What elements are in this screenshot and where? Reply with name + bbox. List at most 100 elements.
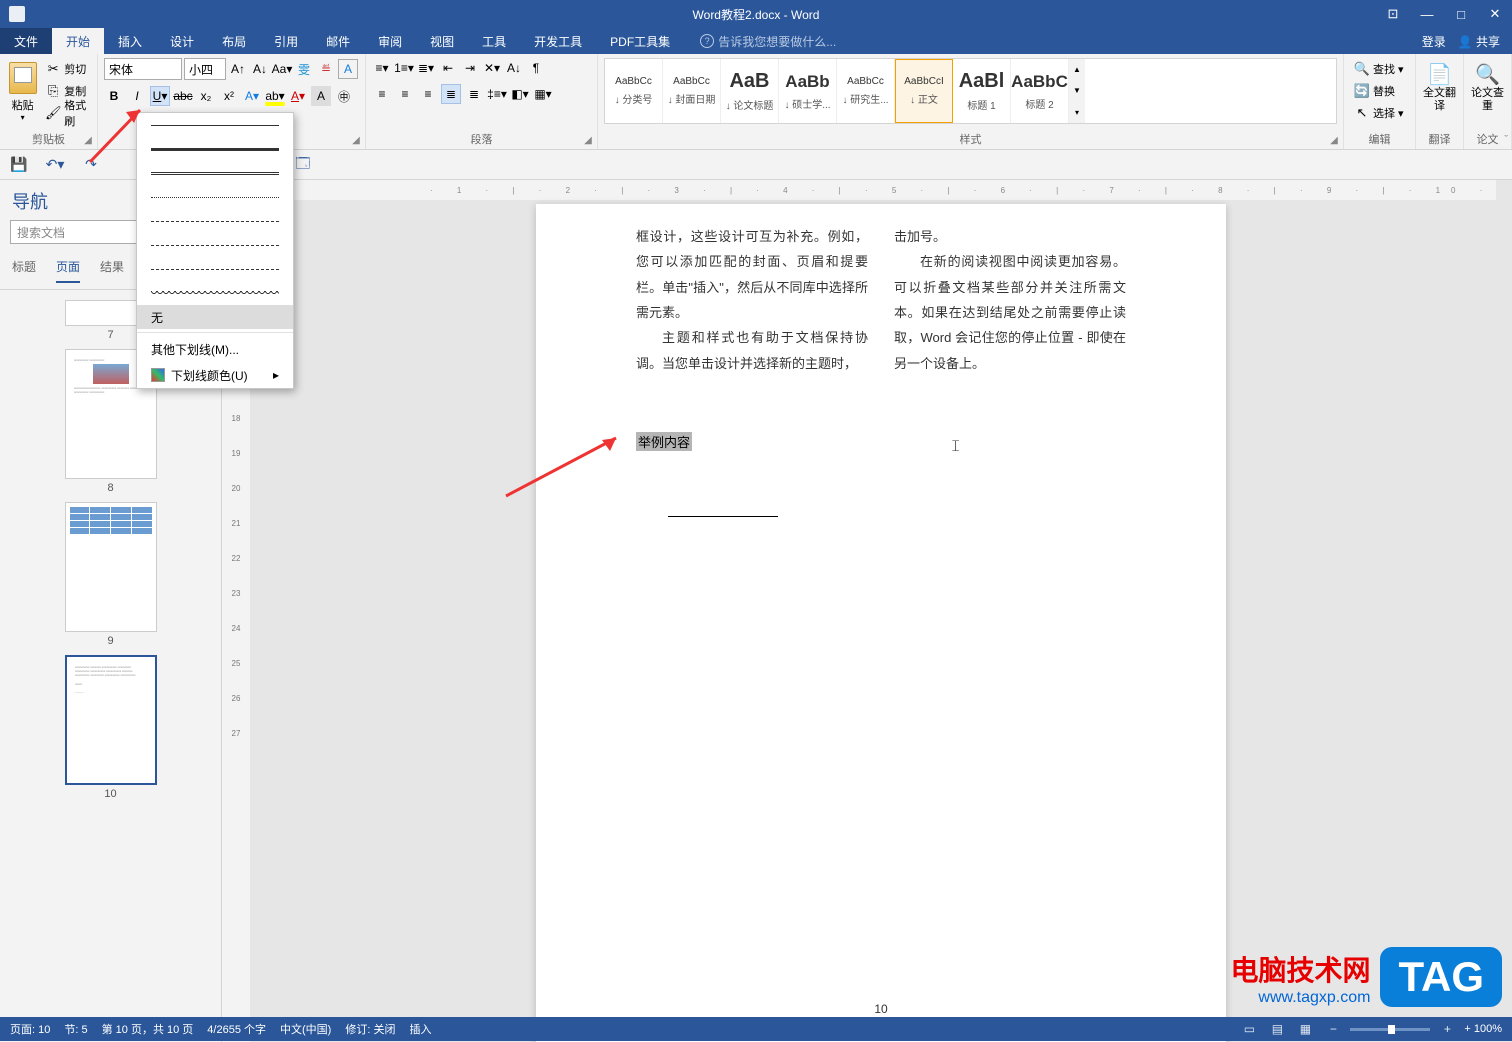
status-page[interactable]: 页面: 10 xyxy=(10,1021,50,1037)
qat-more-2[interactable]: 🗔 xyxy=(292,154,314,176)
ribbon-display-icon[interactable]: ⊡ xyxy=(1376,2,1410,26)
clipboard-launcher[interactable]: ◢ xyxy=(82,134,94,146)
underline-button[interactable]: U ▾ xyxy=(150,86,170,106)
numbering-button[interactable]: 1≡▾ xyxy=(394,58,414,78)
italic-button[interactable]: I xyxy=(127,86,147,106)
styles-launcher[interactable]: ◢ xyxy=(1328,134,1340,146)
format-painter-button[interactable]: 🖌格式刷 xyxy=(41,102,91,124)
select-button[interactable]: ↖选择▾ xyxy=(1350,102,1409,124)
subscript-button[interactable]: x₂ xyxy=(196,86,216,106)
enclose-char-button[interactable]: ㊥ xyxy=(334,86,354,106)
decrease-indent-button[interactable]: ⇤ xyxy=(438,58,458,78)
status-insert-mode[interactable]: 插入 xyxy=(409,1021,431,1037)
phonetic-button[interactable]: 雯 xyxy=(294,59,314,79)
styles-more-button[interactable]: ▲▼▾ xyxy=(1069,59,1085,123)
font-name-combo[interactable] xyxy=(104,58,182,80)
asian-layout-button[interactable]: ✕▾ xyxy=(482,58,502,78)
underline-style-dotdash[interactable] xyxy=(137,233,293,257)
zoom-out-button[interactable]: − xyxy=(1322,1020,1344,1038)
status-track-changes[interactable]: 修订: 关闭 xyxy=(345,1021,395,1037)
char-shading-button[interactable]: A xyxy=(311,86,331,106)
style-item[interactable]: AaBb↓ 硕士学... xyxy=(779,59,837,123)
style-item[interactable]: AaBl标题 1 xyxy=(953,59,1011,123)
style-item[interactable]: AaBbC标题 2 xyxy=(1011,59,1069,123)
font-size-combo[interactable] xyxy=(184,58,226,80)
underline-style-dashed[interactable] xyxy=(137,209,293,233)
style-item[interactable]: AaBbCc↓ 分类号 xyxy=(605,59,663,123)
show-marks-button[interactable]: ¶ xyxy=(526,58,546,78)
save-button[interactable]: 💾 xyxy=(8,154,30,176)
tab-insert[interactable]: 插入 xyxy=(104,28,156,54)
style-item[interactable]: AaBbCc↓ 封面日期 xyxy=(663,59,721,123)
status-word-count[interactable]: 4/2655 个字 xyxy=(207,1021,266,1037)
line-spacing-button[interactable]: ‡≡▾ xyxy=(487,84,507,104)
shrink-font-button[interactable]: A↓ xyxy=(250,59,270,79)
shading-button[interactable]: ◧▾ xyxy=(510,84,530,104)
status-page-of[interactable]: 第 10 页，共 10 页 xyxy=(102,1021,194,1037)
tab-design[interactable]: 设计 xyxy=(156,28,208,54)
tab-layout[interactable]: 布局 xyxy=(208,28,260,54)
body-text[interactable]: 击加号。 xyxy=(894,224,1126,249)
body-text[interactable]: 框设计，这些设计可互为补充。例如，您可以添加匹配的封面、页眉和提要栏。单击"插入… xyxy=(636,224,868,325)
char-border-button[interactable]: A xyxy=(338,59,358,79)
collapse-ribbon-button[interactable]: ˇ xyxy=(1504,134,1508,146)
multilevel-button[interactable]: ≣▾ xyxy=(416,58,436,78)
style-item[interactable]: AaB↓ 论文标题 xyxy=(721,59,779,123)
undo-button[interactable]: ↶▾ xyxy=(44,154,66,176)
translate-button[interactable]: 📄 全文翻译 xyxy=(1422,58,1457,113)
selected-text[interactable]: 举例内容 xyxy=(636,432,692,451)
align-left-button[interactable]: ≡ xyxy=(372,84,392,104)
underline-style-thick[interactable] xyxy=(137,137,293,161)
sort-button[interactable]: A↓ xyxy=(504,58,524,78)
find-button[interactable]: 🔍查找▾ xyxy=(1350,58,1409,80)
cut-button[interactable]: ✂剪切 xyxy=(41,58,91,80)
paste-button[interactable]: 粘贴 ▾ xyxy=(6,58,39,124)
underline-more[interactable]: 其他下划线(M)... xyxy=(137,336,293,362)
tab-review[interactable]: 审阅 xyxy=(364,28,416,54)
increase-indent-button[interactable]: ⇥ xyxy=(460,58,480,78)
distribute-button[interactable]: ≣ xyxy=(464,84,484,104)
tab-file[interactable]: 文件 xyxy=(0,28,52,54)
borders-button[interactable]: ▦▾ xyxy=(533,84,553,104)
view-read-button[interactable]: ▭ xyxy=(1238,1020,1260,1038)
grow-font-button[interactable]: A↑ xyxy=(228,59,248,79)
thumb-9[interactable]: 9 xyxy=(65,502,157,647)
tab-home[interactable]: 开始 xyxy=(52,28,104,54)
tab-tools[interactable]: 工具 xyxy=(468,28,520,54)
clear-format-button[interactable]: ≝ xyxy=(316,59,336,79)
redo-button[interactable]: ↷ xyxy=(80,154,102,176)
close-button[interactable]: ✕ xyxy=(1478,2,1512,26)
login-link[interactable]: 登录 xyxy=(1422,33,1446,50)
superscript-button[interactable]: x² xyxy=(219,86,239,106)
nav-tab-headings[interactable]: 标题 xyxy=(12,258,36,283)
view-print-button[interactable]: ▤ xyxy=(1266,1020,1288,1038)
style-item-normal[interactable]: AaBbCcI↓ 正文 xyxy=(895,59,953,123)
zoom-slider[interactable] xyxy=(1350,1028,1430,1031)
underline-style-dotted[interactable] xyxy=(137,185,293,209)
underline-none[interactable]: 无 xyxy=(137,305,293,329)
zoom-level[interactable]: + 100% xyxy=(1464,1023,1502,1035)
font-color-button[interactable]: A▾ xyxy=(288,86,308,106)
align-right-button[interactable]: ≡ xyxy=(418,84,438,104)
status-section[interactable]: 节: 5 xyxy=(64,1021,87,1037)
styles-gallery[interactable]: AaBbCc↓ 分类号 AaBbCc↓ 封面日期 AaB↓ 论文标题 AaBb↓… xyxy=(604,58,1337,124)
change-case-button[interactable]: Aa▾ xyxy=(272,59,292,79)
minimize-button[interactable]: — xyxy=(1410,2,1444,26)
style-item[interactable]: AaBbCc↓ 研究生... xyxy=(837,59,895,123)
underline-color[interactable]: 下划线颜色(U)▸ xyxy=(137,362,293,388)
align-center-button[interactable]: ≡ xyxy=(395,84,415,104)
strike-button[interactable]: abc xyxy=(173,86,193,106)
underline-style-single[interactable] xyxy=(137,113,293,137)
thumb-10[interactable]: xxxxxxxxxx xxxxxxx xxxxxxxxxx xxxxxxxxx … xyxy=(65,655,157,800)
body-text[interactable]: 在新的阅读视图中阅读更加容易。可以折叠文档某些部分并关注所需文本。如果在达到结尾… xyxy=(894,249,1126,376)
body-text[interactable]: 主题和样式也有助于文档保持协调。当您单击设计并选择新的主题时， xyxy=(636,325,868,376)
tab-developer[interactable]: 开发工具 xyxy=(520,28,596,54)
tell-me-search[interactable]: ? 告诉我您想要做什么... xyxy=(700,28,836,54)
text-effects-button[interactable]: A▾ xyxy=(242,86,262,106)
tab-mailings[interactable]: 邮件 xyxy=(312,28,364,54)
view-web-button[interactable]: ▦ xyxy=(1294,1020,1316,1038)
underline-style-double[interactable] xyxy=(137,161,293,185)
tab-references[interactable]: 引用 xyxy=(260,28,312,54)
justify-button[interactable]: ≣ xyxy=(441,84,461,104)
replace-button[interactable]: 🔄替换 xyxy=(1350,80,1409,102)
